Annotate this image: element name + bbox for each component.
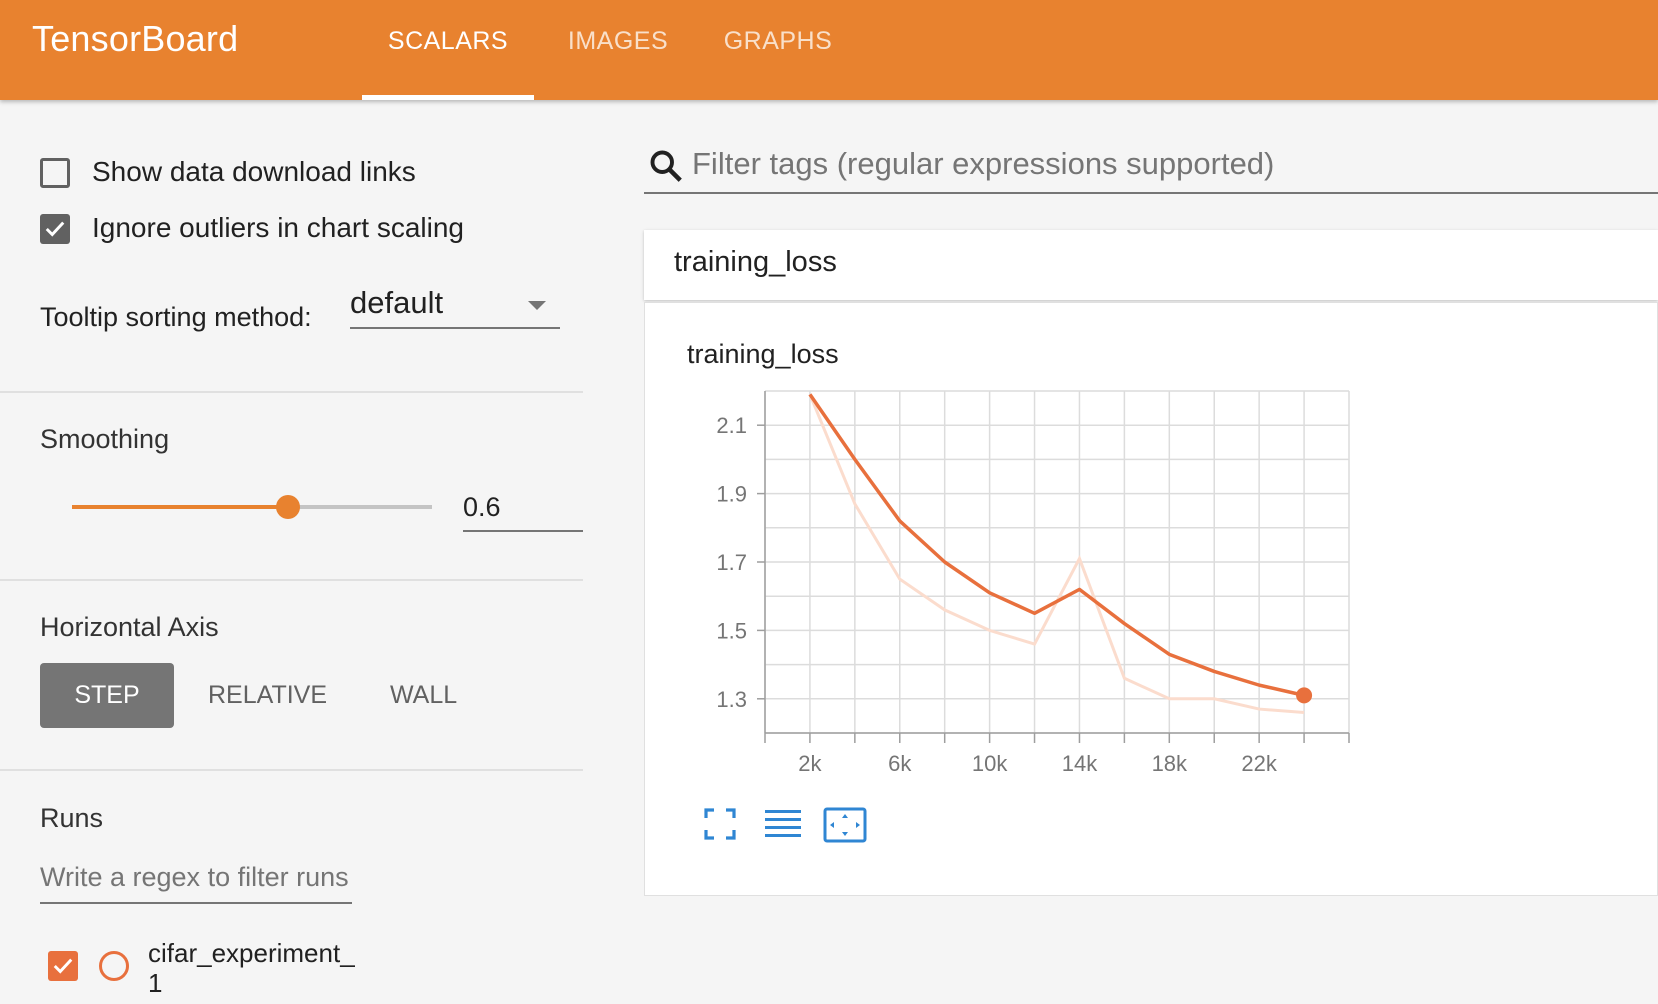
- training-loss-chart[interactable]: 2k 6k 10k 14k 18k 22k 1.3 1.5 1.7 1.9 2.1: [645, 303, 1657, 783]
- tag-filter[interactable]: Filter tags (regular expressions support…: [644, 140, 1658, 194]
- toggle-log-scale-icon[interactable]: [763, 807, 803, 841]
- ignore-outliers-checkbox[interactable]: [40, 214, 70, 244]
- axis-wall-button[interactable]: WALL: [390, 663, 457, 728]
- x-tick-label: 2k: [798, 751, 822, 776]
- y-tick-label: 1.9: [716, 482, 747, 507]
- tab-graphs[interactable]: GRAPHS: [712, 0, 844, 100]
- sidebar-divider: [0, 769, 583, 771]
- y-tick-label: 1.7: [716, 550, 747, 575]
- axis-relative-button[interactable]: RELATIVE: [208, 663, 327, 728]
- run-name: cifar_experiment_1: [148, 938, 355, 998]
- tab-active-indicator: [362, 95, 534, 100]
- smoothed-loss-line: [808, 393, 1305, 698]
- runs-filter-input[interactable]: Write a regex to filter runs: [40, 860, 352, 904]
- x-tick-label: 14k: [1062, 751, 1098, 776]
- run-checkbox[interactable]: [48, 951, 78, 981]
- y-tick-label: 1.3: [716, 687, 747, 712]
- sidebar-divider: [0, 391, 583, 393]
- fullscreen-icon[interactable]: [703, 807, 737, 841]
- dropdown-arrow-icon: [528, 301, 546, 310]
- smoothing-value-input[interactable]: 0.6: [463, 490, 583, 532]
- smoothing-slider-knob[interactable]: [276, 495, 300, 519]
- sidebar-divider: [0, 579, 583, 581]
- top-app-bar: TensorBoard SCALARS IMAGES GRAPHS: [0, 0, 1658, 100]
- tab-graphs-label: GRAPHS: [723, 27, 833, 55]
- tooltip-sorting-value: default: [350, 285, 444, 320]
- horizontal-axis-title: Horizontal Axis: [40, 612, 219, 642]
- runs-title: Runs: [40, 803, 104, 833]
- tooltip-sorting-select[interactable]: default: [350, 285, 560, 329]
- ignore-outliers-label: Ignore outliers in chart scaling: [92, 212, 464, 243]
- tab-images-label: IMAGES: [567, 27, 669, 55]
- axis-step-button[interactable]: STEP: [40, 663, 174, 728]
- tag-filter-placeholder: Filter tags (regular expressions support…: [692, 146, 1275, 181]
- category-title: training_loss: [674, 246, 837, 278]
- smoothing-title: Smoothing: [40, 424, 170, 454]
- scalar-chart-card: training_loss 2k 6k 10k 14k 18k 22k 1.3 1.5 1.7 1…: [644, 302, 1658, 896]
- show-download-links-checkbox[interactable]: [40, 158, 70, 188]
- smoothing-slider[interactable]: [72, 495, 432, 519]
- y-tick-label: 1.5: [716, 618, 747, 643]
- fit-domain-icon[interactable]: [823, 807, 867, 843]
- tab-scalars-label: SCALARS: [387, 27, 509, 55]
- last-point-marker: [1296, 687, 1313, 704]
- run-color-circle: [99, 951, 129, 981]
- tab-images[interactable]: IMAGES: [555, 0, 681, 100]
- y-tick-label: 2.1: [716, 413, 747, 438]
- category-header[interactable]: training_loss: [644, 230, 1658, 300]
- x-tick-label: 6k: [888, 751, 912, 776]
- smoothing-slider-fill: [72, 505, 288, 509]
- show-download-links-label: Show data download links: [92, 156, 416, 187]
- checkmark-icon: [53, 958, 73, 974]
- search-icon: [650, 150, 682, 182]
- x-tick-label: 10k: [972, 751, 1008, 776]
- tab-scalars[interactable]: SCALARS: [362, 0, 534, 100]
- checkmark-icon: [45, 221, 65, 237]
- x-tick-label: 18k: [1152, 751, 1188, 776]
- x-tick-label: 22k: [1241, 751, 1277, 776]
- app-title: TensorBoard: [32, 18, 239, 59]
- tooltip-sorting-label: Tooltip sorting method:: [40, 302, 312, 332]
